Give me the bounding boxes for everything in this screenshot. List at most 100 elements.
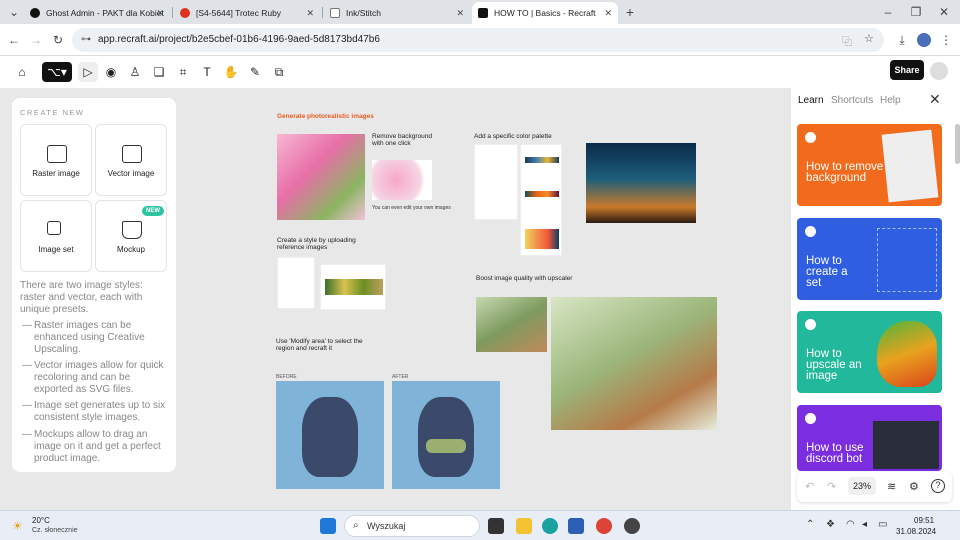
tab-label: Ghost Admin - PAKT dla Kobiet (46, 8, 164, 18)
user-avatar[interactable] (930, 62, 948, 80)
home-icon[interactable]: ⌂ (12, 62, 32, 82)
palette-swatch-row (525, 191, 559, 197)
card-title: How to remove background (806, 161, 884, 184)
image-tool-icon[interactable]: ◉ (101, 62, 121, 82)
pen-tool-icon[interactable]: ✎ (245, 62, 265, 82)
room-small-image[interactable] (476, 297, 547, 352)
upscale-title: Boost image quality with upscaler (476, 275, 573, 282)
after-label: AFTER (392, 374, 409, 380)
text-tool-icon[interactable]: T (197, 62, 217, 82)
greyhound-image (881, 129, 939, 203)
download-icon[interactable]: ⤓ (894, 32, 910, 48)
inkscape-icon[interactable] (624, 518, 640, 534)
close-tab-icon[interactable]: ✕ (156, 8, 164, 19)
bullet-image-set: Image set generates up to six consistent… (22, 400, 170, 424)
help-icon[interactable]: ? (931, 479, 945, 493)
raster-image-tile[interactable]: Raster image (20, 124, 92, 196)
palette-swatch-block (525, 229, 559, 249)
vector-image-tile[interactable]: Vector image (95, 124, 167, 196)
redo-icon[interactable]: ↷ (827, 480, 836, 493)
fantasy-forest-image[interactable] (586, 143, 696, 223)
learn-card-create-set[interactable]: How to create a set (797, 218, 942, 300)
discord-screenshot (873, 421, 939, 469)
card-title: How to upscale an image (806, 348, 862, 382)
zoom-level[interactable]: 23% (848, 477, 876, 495)
close-tab-icon[interactable]: ✕ (604, 8, 612, 19)
tab-help[interactable]: Help (880, 95, 901, 106)
address-bar[interactable]: ⊶ app.recraft.ai/project/b2e5cbef-01b6-4… (72, 28, 884, 52)
tile-label: Image set (38, 245, 74, 254)
learn-card-remove-background[interactable]: How to remove background (797, 124, 942, 206)
tab-shortcuts[interactable]: Shortcuts (831, 95, 873, 106)
share-button[interactable]: Share (890, 60, 924, 80)
undo-icon[interactable]: ↶ (805, 480, 814, 493)
chrome-icon[interactable] (596, 518, 612, 534)
battery-icon[interactable]: ▭ (878, 519, 887, 530)
card-title: How to use discord bot (806, 442, 864, 465)
translate-icon[interactable]: ⿻ (842, 33, 852, 48)
edge-icon[interactable] (542, 518, 558, 534)
image-set-tile[interactable]: Image set (20, 200, 92, 272)
close-panel-icon[interactable]: ✕ (929, 91, 941, 108)
dog-before-image[interactable] (276, 381, 384, 489)
jira-favicon-icon (180, 8, 190, 18)
store-icon[interactable] (568, 518, 584, 534)
tab-divider (322, 7, 323, 18)
tab-recraft-howto[interactable]: HOW TO | Basics - Recraft ✕ (472, 2, 618, 24)
mockup-icon (122, 221, 142, 239)
style-ui-screenshot (277, 257, 315, 309)
tray-app-icon[interactable]: ❖ (826, 519, 835, 530)
windows-taskbar: ☀ 20°C Cz. słonecznie ⌕ Wyszukaj ⌃ ❖ ◠ ◂… (0, 510, 960, 540)
volume-icon[interactable]: ◂ (862, 519, 867, 530)
learn-card-discord-bot[interactable]: How to use discord bot (797, 405, 942, 471)
select-tool-icon[interactable]: ▷ (78, 62, 98, 82)
tab-ghost-admin[interactable]: Ghost Admin - PAKT dla Kobiet ✕ (24, 2, 170, 24)
tab-search-icon[interactable]: ⌄ (6, 4, 22, 20)
recraft-logo-icon (805, 132, 816, 143)
reference-thumbnails (325, 279, 383, 295)
image-set-tool-icon[interactable]: ❏ (149, 62, 169, 82)
tab-trotec-ruby[interactable]: [S4-5644] Trotec Ruby ✕ (174, 2, 320, 24)
recraft-menu-button[interactable]: ⌥▾ (42, 62, 72, 82)
close-tab-icon[interactable]: ✕ (306, 8, 314, 19)
layers-icon[interactable]: ≋ (887, 480, 896, 493)
restore-icon[interactable]: ❐ (908, 4, 924, 20)
forward-icon[interactable]: → (28, 32, 44, 48)
learn-card-upscale[interactable]: How to upscale an image (797, 311, 942, 393)
tray-chevron-icon[interactable]: ⌃ (806, 519, 814, 530)
tab-label: Ink/Stitch (346, 8, 381, 18)
frame-tool-icon[interactable]: ⌗ (173, 62, 193, 82)
weather-icon[interactable]: ☀ (12, 519, 23, 533)
upload-image-icon[interactable]: ⧉ (269, 62, 289, 82)
tab-inkstitch[interactable]: Ink/Stitch ✕ (324, 2, 470, 24)
task-view-icon[interactable] (488, 518, 504, 534)
profile-avatar[interactable] (917, 33, 931, 47)
back-icon[interactable]: ← (6, 32, 22, 48)
cherry-blossom-image[interactable] (277, 134, 365, 220)
app-toolbar: ⌂ ⌥▾ ▷ ◉ ♙ ❏ ⌗ T ✋ ✎ ⧉ Share (0, 56, 960, 88)
close-tab-icon[interactable]: ✕ (456, 8, 464, 19)
panel-scrollbar[interactable] (955, 124, 960, 164)
window-close-icon[interactable]: ✕ (936, 4, 952, 20)
site-info-icon[interactable]: ⊶ (81, 34, 91, 45)
tab-learn[interactable]: Learn (798, 95, 824, 106)
minimize-icon[interactable]: – (880, 4, 896, 20)
windows-start-icon[interactable] (320, 518, 336, 534)
new-tab-icon[interactable]: + (622, 4, 638, 20)
bullet-vector: Vector images allow for quick recoloring… (22, 360, 170, 396)
file-explorer-icon[interactable] (516, 518, 532, 534)
mockup-tile[interactable]: Mockup NEW (95, 200, 167, 272)
taskbar-search[interactable]: ⌕ Wyszukaj (344, 515, 480, 537)
settings-icon[interactable]: ⚙ (909, 480, 919, 493)
dog-after-image[interactable] (392, 381, 500, 489)
hand-tool-icon[interactable]: ✋ (221, 62, 241, 82)
blossom-cutout-image[interactable] (372, 160, 432, 200)
search-icon: ⌕ (353, 520, 359, 531)
bullet-mockup: Mockups allow to drag an image on it and… (22, 429, 170, 465)
room-upscaled-image[interactable] (551, 297, 717, 430)
browser-menu-icon[interactable]: ⋮ (938, 32, 954, 48)
bookmark-star-icon[interactable]: ☆ (864, 32, 874, 45)
wifi-icon[interactable]: ◠ (846, 519, 855, 530)
reload-icon[interactable]: ↻ (50, 32, 66, 48)
mockup-tool-icon[interactable]: ♙ (125, 62, 145, 82)
